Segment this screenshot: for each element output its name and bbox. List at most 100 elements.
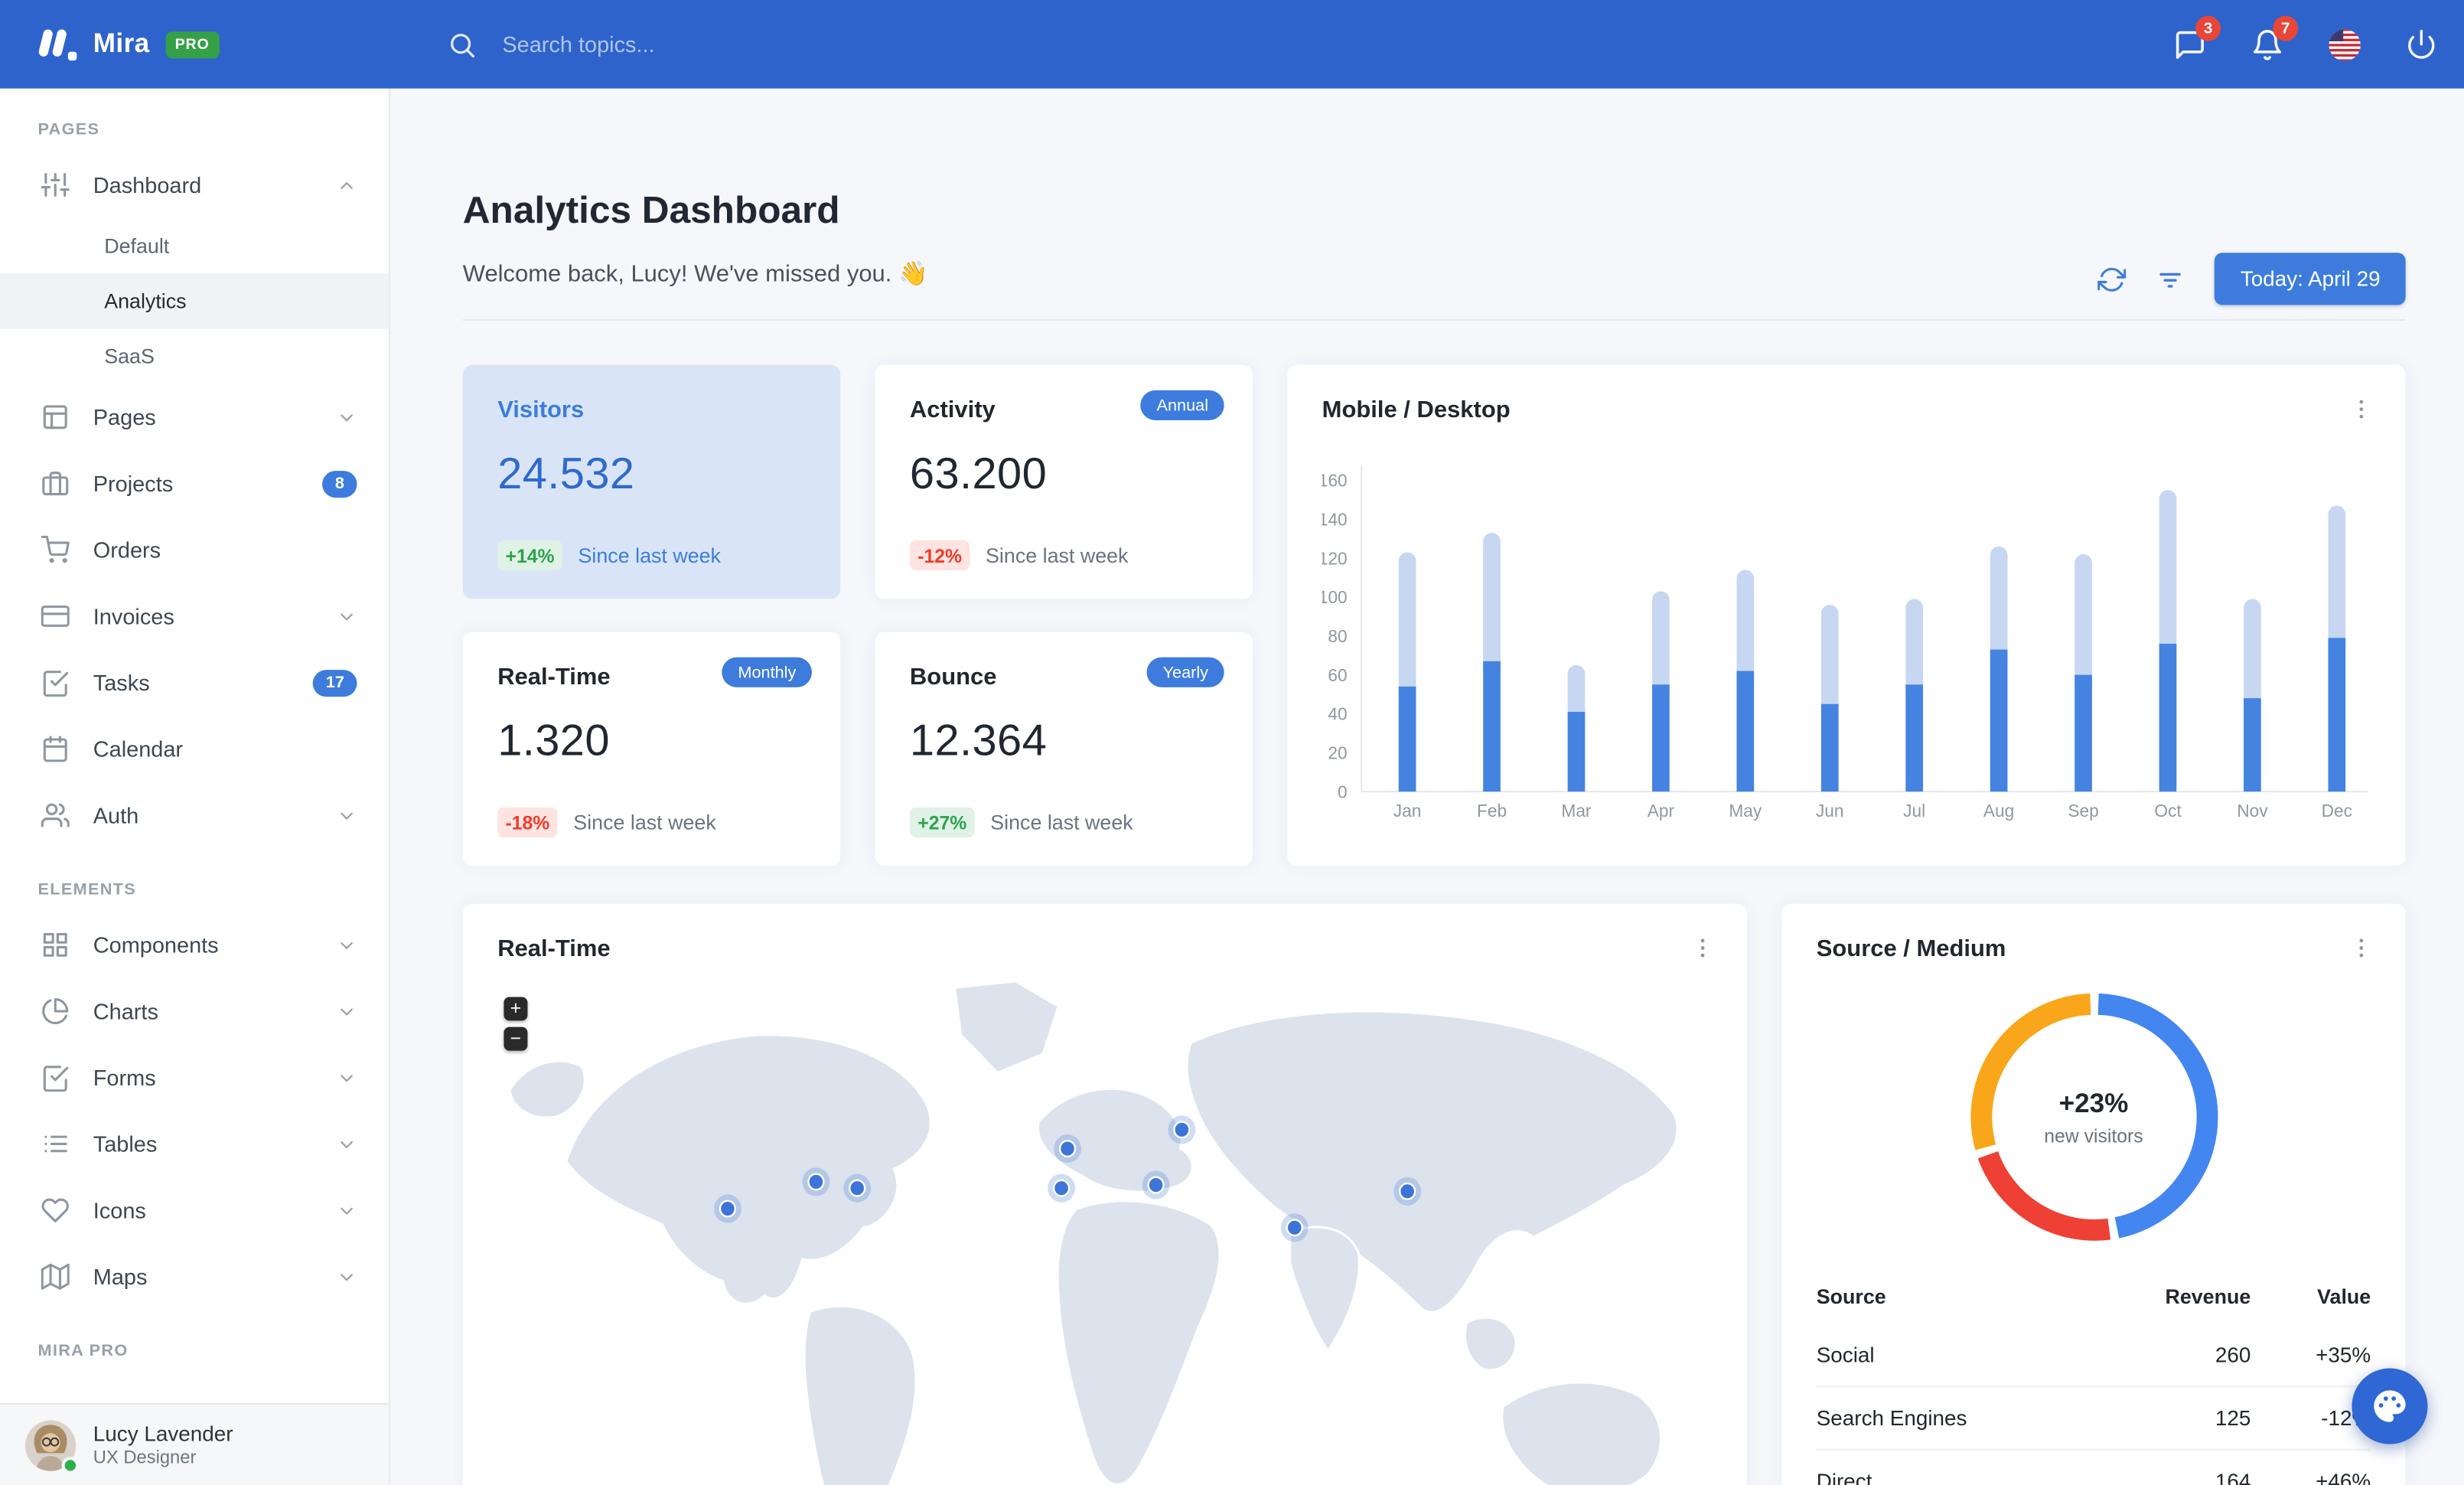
sidebar-badge: 17 (313, 669, 357, 697)
map-marker-london[interactable] (1054, 1134, 1081, 1164)
messages-count-badge: 3 (2195, 15, 2221, 41)
cell-revenue: 164 (2130, 1449, 2251, 1485)
source-menu-button[interactable] (2342, 929, 2381, 968)
sidebar-item-label: Pages (93, 404, 156, 430)
map-marker-india[interactable] (1280, 1213, 1309, 1242)
briefcase-icon (42, 472, 69, 496)
theme-settings-fab[interactable] (2352, 1368, 2428, 1444)
sidebar-item-tasks[interactable]: Tasks 17 (0, 649, 389, 716)
sidebar-item-label: Charts (93, 998, 158, 1024)
svg-text:20: 20 (1328, 743, 1347, 763)
sidebar-item-auth[interactable]: Auth (0, 782, 389, 849)
mira-dashboard-app: Mira PRO 3 7 (0, 0, 2464, 1485)
map-marker-moscow[interactable] (1168, 1115, 1196, 1144)
search-icon (451, 33, 475, 57)
sidebar-item-pages[interactable]: Pages (0, 384, 389, 451)
chevron-down-icon (337, 1200, 357, 1221)
sidebar-item-charts[interactable]: Charts (0, 978, 389, 1045)
map-marker-us-east[interactable] (843, 1173, 872, 1203)
pie-chart-icon (42, 997, 69, 1025)
world-map[interactable]: + − (497, 972, 1712, 1485)
cart-icon (41, 535, 70, 563)
sidebar: PAGES Dashboard Default Analytics SaaS Pages P… (0, 88, 390, 1485)
map-zoom-in-button[interactable]: + (504, 997, 528, 1021)
user-role: UX Designer (93, 1448, 197, 1468)
donut-slice-search-engines[interactable] (1977, 1151, 2110, 1242)
header-divider (462, 319, 2406, 321)
chevron-down-icon (341, 1273, 353, 1281)
sidebar-subitem-analytics[interactable]: Analytics (0, 273, 389, 329)
sidebar-item-calendar[interactable]: Calendar (0, 716, 389, 782)
page-title: Analytics Dashboard (462, 189, 840, 233)
chart-menu-button[interactable] (2342, 390, 2381, 429)
logout-button[interactable] (2404, 27, 2439, 61)
table-row-search-engines: Search Engines 125 -12% (1816, 1385, 2371, 1451)
donut-slice-direct[interactable] (1970, 994, 2091, 1150)
date-range-button[interactable]: Today: April 29 (2215, 253, 2406, 305)
refresh-button[interactable] (2098, 265, 2127, 293)
sidebar-item-orders[interactable]: Orders (0, 517, 389, 583)
stat-period-tag[interactable]: Annual (1140, 390, 1224, 421)
sidebar-item-forms[interactable]: Forms (0, 1044, 389, 1111)
map-marker-south-east-europe[interactable] (1142, 1170, 1170, 1199)
sidebar-subitem-saas[interactable]: SaaS (0, 328, 389, 383)
filter-button[interactable] (2155, 263, 2186, 295)
stat-delta-chip: -18% (497, 808, 558, 838)
grid-icon (43, 932, 67, 957)
map-marker-spain[interactable] (1048, 1173, 1076, 1203)
stat-title: Visitors (497, 397, 585, 424)
stat-value: 63.200 (909, 449, 1048, 498)
sidebar-item-label: Forms (93, 1065, 156, 1091)
stat-period-tag[interactable]: Yearly (1146, 657, 1224, 688)
row-stats-chart: Visitors 24.532 +14% Since last week Activit… (462, 365, 2406, 867)
donut-slice-social[interactable] (2097, 994, 2218, 1239)
brand[interactable]: Mira PRO (0, 25, 390, 64)
sidebar-item-tables[interactable]: Tables (0, 1111, 389, 1177)
svg-text:40: 40 (1328, 704, 1347, 724)
sidebar-item-projects[interactable]: Projects 8 (0, 450, 389, 517)
cell-revenue: 125 (2130, 1385, 2251, 1451)
cell-value: +35% (2316, 1343, 2371, 1367)
svg-text:80: 80 (1328, 626, 1347, 646)
sidebar-item-invoices[interactable]: Invoices (0, 583, 389, 650)
map-marker-us-west[interactable] (713, 1194, 741, 1223)
search-input[interactable] (499, 30, 1005, 59)
stat-delta-chip: -12% (909, 540, 970, 571)
chevron-down-icon (341, 1140, 353, 1147)
palette-icon (2374, 1390, 2406, 1422)
source-medium-card: Source / Medium +23% new visitors Source… (1781, 903, 2406, 1485)
svg-text:Feb: Feb (1477, 801, 1507, 821)
sidebar-item-dashboard[interactable]: Dashboard (0, 152, 389, 218)
map-zoom-out-button[interactable]: − (504, 1026, 528, 1051)
source-table-header-row: Source Revenue Value (1817, 1275, 2371, 1324)
heart-icon (41, 1198, 69, 1222)
chevron-down-icon (337, 606, 357, 627)
stat-caption: Since last week (986, 543, 1129, 568)
sidebar-user-footer[interactable]: Lucy Lavender UX Designer (0, 1402, 389, 1485)
map-marker-us-central[interactable] (802, 1167, 830, 1196)
chevron-down-icon (337, 407, 357, 428)
kebab-menu-icon (2359, 400, 2364, 419)
stat-caption: Since last week (573, 811, 716, 835)
sidebar-subitem-default[interactable]: Default (0, 218, 389, 273)
messages-button[interactable]: 3 (2172, 15, 2221, 61)
map-menu-button[interactable] (1683, 929, 1722, 968)
chevron-down-icon (341, 1074, 353, 1082)
stat-caption: Since last week (578, 543, 721, 568)
donut-chart (1970, 994, 2218, 1242)
sidebar-item-components[interactable]: Components (0, 912, 389, 978)
topbar: Mira PRO 3 7 (0, 0, 2464, 89)
sidebar-item-maps[interactable]: Maps (0, 1243, 389, 1310)
check-square-icon (43, 1066, 69, 1092)
svg-text:Aug: Aug (1983, 801, 2014, 821)
sidebar-item-label: Auth (93, 802, 139, 828)
sidebar-section-label: ELEMENTS (37, 880, 136, 899)
power-icon (2408, 29, 2435, 59)
map-marker-china[interactable] (1393, 1177, 1422, 1206)
notifications-button[interactable]: 7 (2249, 15, 2299, 61)
language-flag-button[interactable] (2326, 27, 2361, 61)
stat-period-tag[interactable]: Monthly (722, 657, 812, 688)
sidebar-item-icons[interactable]: Icons (0, 1177, 389, 1244)
source-medium-title: Source / Medium (1816, 935, 2006, 963)
chevron-down-icon (337, 1067, 357, 1088)
